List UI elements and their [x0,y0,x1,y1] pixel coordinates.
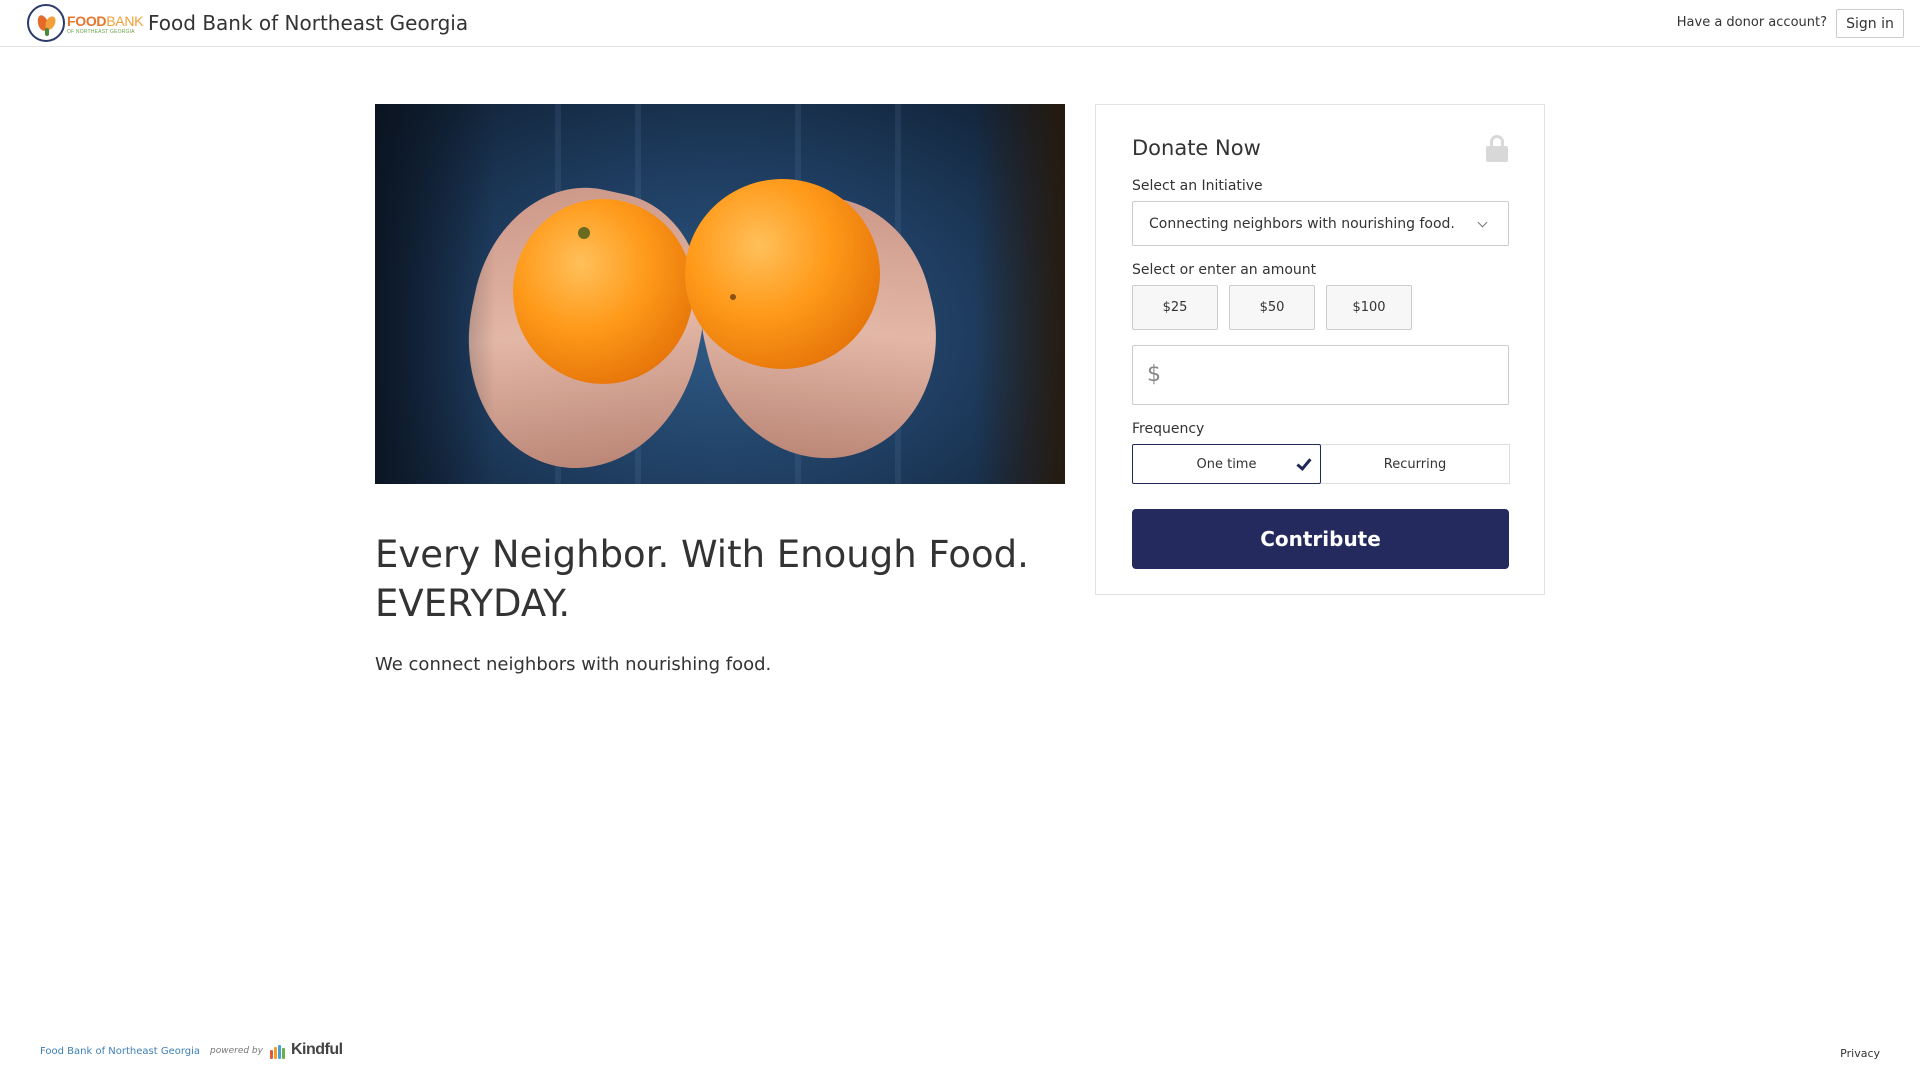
contribute-button[interactable]: Contribute [1132,509,1509,569]
dollar-sign: $ [1147,362,1161,387]
frequency-label: Frequency [1132,421,1205,437]
logo-word-bank: BANK [106,13,144,29]
hero-image [375,104,1065,484]
org-name: Food Bank of Northeast Georgia [148,11,469,35]
frequency-one-time[interactable]: One time [1132,444,1321,484]
frequency-one-time-label: One time [1196,456,1257,472]
checkmark-icon [1296,455,1312,471]
logo-subtitle: OF NORTHEAST GEORGIA [67,29,135,35]
logo-word-food: FOOD [67,13,107,29]
orange-left [513,199,693,384]
logo-wordmark: FOODBANK [67,13,143,29]
amount-button-100[interactable]: $100 [1326,285,1412,330]
top-bar: FOODBANK OF NORTHEAST GEORGIA Food Bank … [0,0,1920,47]
donate-panel: Donate Now Select an Initiative Connecti… [1095,104,1545,595]
footer-org-link[interactable]: Food Bank of Northeast Georgia [40,1046,200,1057]
initiative-select[interactable]: Connecting neighbors with nourishing foo… [1132,201,1509,246]
privacy-link[interactable]: Privacy [1840,1047,1880,1060]
lock-icon [1486,135,1508,163]
donor-account-prompt: Have a donor account? [1676,15,1827,30]
sign-in-button[interactable]: Sign in [1836,9,1904,38]
frequency-recurring[interactable]: Recurring [1321,444,1510,484]
amount-button-25[interactable]: $25 [1132,285,1218,330]
custom-amount-input[interactable] [1173,354,1493,398]
initiative-label: Select an Initiative [1132,178,1263,194]
page-subline: We connect neighbors with nourishing foo… [375,654,772,675]
kindful-bar-icon [270,1050,273,1059]
frequency-recurring-label: Recurring [1383,456,1447,472]
amount-button-50[interactable]: $50 [1229,285,1315,330]
kindful-wordmark: Kindful [291,1041,343,1058]
custom-amount-field[interactable]: $ [1132,345,1509,405]
initiative-selected-value: Connecting neighbors with nourishing foo… [1149,215,1455,232]
chevron-down-icon [1477,217,1488,228]
page-headline: Every Neighbor. With Enough Food. EVERYD… [375,533,1029,625]
food-bank-logo[interactable]: FOODBANK OF NORTHEAST GEORGIA [27,4,143,42]
orange-right [685,179,880,369]
donate-title: Donate Now [1132,136,1261,160]
amount-label: Select or enter an amount [1132,262,1317,278]
powered-by-text: powered by [210,1046,263,1056]
logo-emblem-icon [27,4,65,42]
